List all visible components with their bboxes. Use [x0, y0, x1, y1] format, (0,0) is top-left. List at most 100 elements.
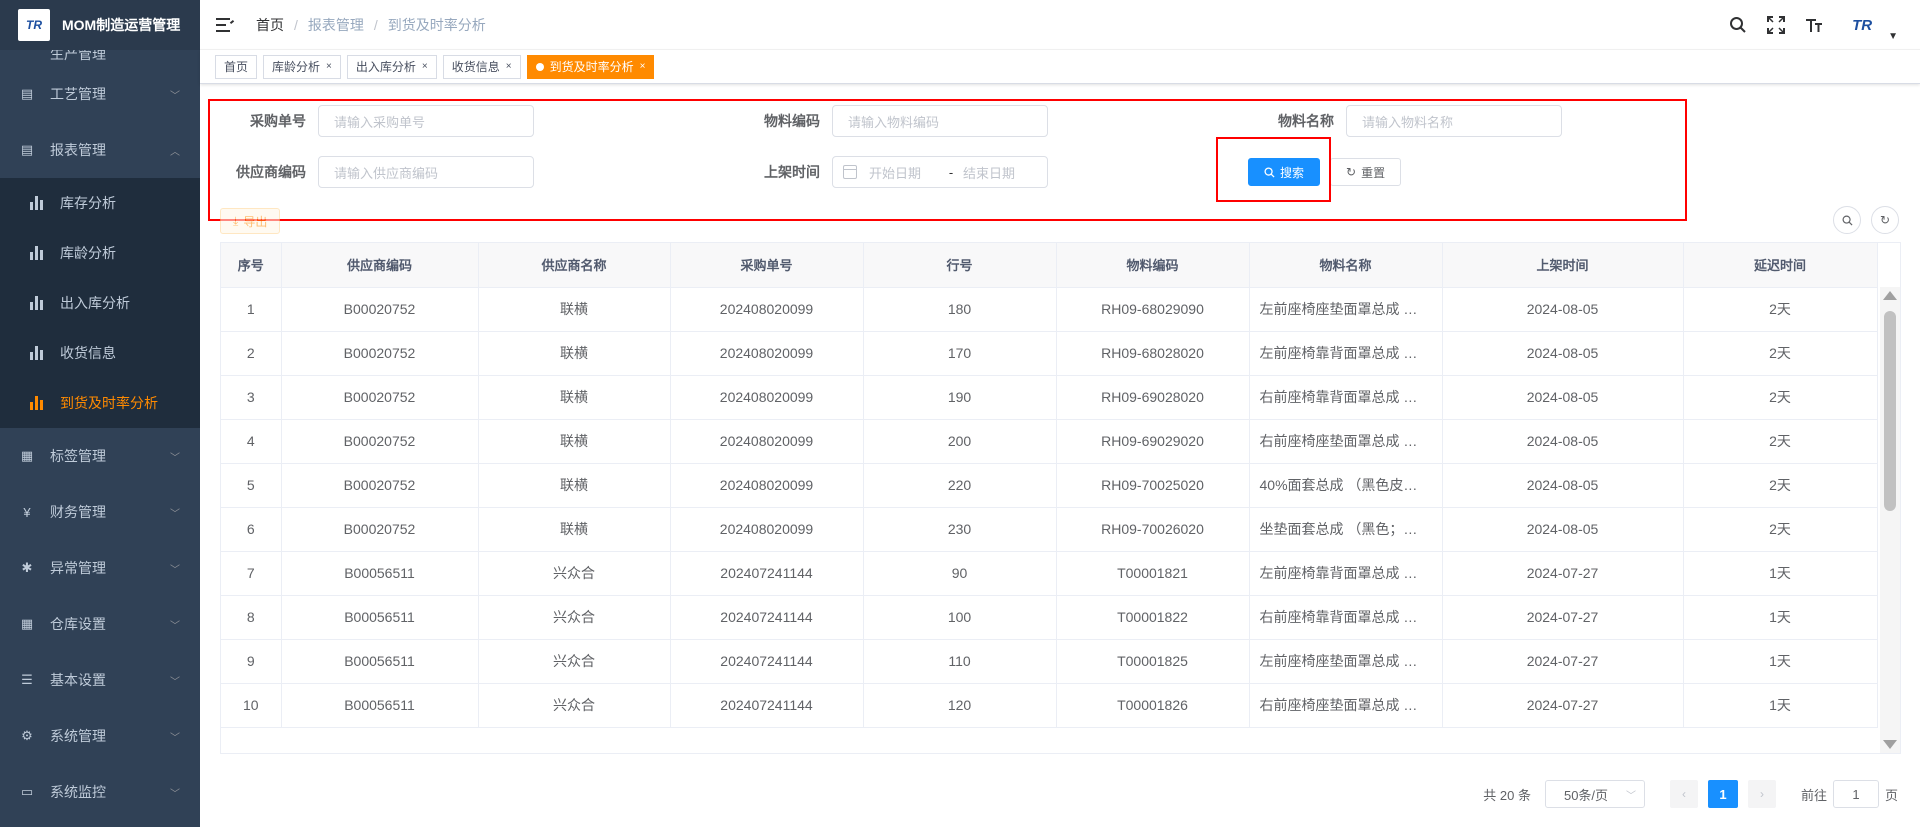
table-row[interactable]: 6 B00020752 联横 202408020099 230 RH09-70026020…: [221, 507, 1878, 552]
column-header[interactable]: 序号: [221, 243, 282, 288]
table-body: 1 B00020752 联横 202408020099 180 RH09-68029090…: [221, 287, 1878, 728]
column-header[interactable]: 延迟时间: [1683, 243, 1878, 288]
table-cell: 6: [221, 507, 282, 552]
sidebar-item-finance[interactable]: ¥ 财务管理 ﹀: [0, 484, 200, 540]
column-header[interactable]: 行号: [863, 243, 1057, 288]
sidebar-item-warehouse[interactable]: ▦ 仓库设置 ﹀: [0, 596, 200, 652]
bar-chart-icon: [30, 196, 44, 210]
table-cell: RH09-68028020: [1056, 331, 1250, 376]
table-cell: 202407241144: [670, 551, 864, 596]
sidebar-item-partial[interactable]: 生产管理: [0, 50, 200, 66]
avatar[interactable]: TR: [1842, 10, 1882, 40]
table-row[interactable]: 2 B00020752 联横 202408020099 170 RH09-68028020…: [221, 331, 1878, 376]
sidebar-item-basic-settings[interactable]: ☰ 基本设置 ﹀: [0, 652, 200, 708]
table-cell: 1天: [1683, 639, 1878, 684]
close-icon[interactable]: ×: [640, 61, 646, 72]
tag-age-analysis[interactable]: 库龄分析 ×: [263, 54, 341, 79]
table-row[interactable]: 4 B00020752 联横 202408020099 200 RH09-69029020…: [221, 419, 1878, 464]
table-row[interactable]: 5 B00020752 联横 202408020099 220 RH09-70025020…: [221, 463, 1878, 508]
next-page-button[interactable]: ›: [1747, 780, 1776, 808]
page-number-current[interactable]: 1: [1707, 780, 1738, 808]
table-cell: 兴众合: [478, 639, 671, 684]
table-cell: 220: [863, 463, 1057, 508]
caret-down-icon[interactable]: ▼: [1888, 31, 1898, 42]
tag-receipt-info[interactable]: 收货信息 ×: [442, 54, 521, 79]
sidebar-item-delivery-rate[interactable]: 到货及时率分析: [0, 378, 200, 428]
page-size-select[interactable]: 50条/页 ﹀: [1544, 780, 1645, 808]
column-header[interactable]: 采购单号: [670, 243, 864, 288]
column-header[interactable]: 物料编码: [1056, 243, 1250, 288]
table-cell: RH09-69029020: [1056, 419, 1250, 464]
fullscreen-icon[interactable]: [1766, 15, 1786, 35]
toggle-search-button[interactable]: [1833, 206, 1861, 234]
download-icon: ⤓: [233, 213, 239, 228]
breadcrumb-home[interactable]: 首页: [256, 15, 284, 35]
table-cell: 右前座椅靠背面罩总成 …: [1249, 375, 1443, 420]
table-cell: B00056511: [281, 551, 479, 596]
table-row[interactable]: 1 B00020752 联横 202408020099 180 RH09-68029090…: [221, 287, 1878, 332]
goto-page-input[interactable]: 1: [1832, 780, 1879, 808]
sidebar-item-label-mgmt[interactable]: ▦ 标签管理 ﹀: [0, 428, 200, 484]
sidebar-item-inout-analysis[interactable]: 出入库分析: [0, 278, 200, 328]
table-cell: 1天: [1683, 683, 1878, 728]
export-button[interactable]: ⤓ 导出: [220, 208, 281, 234]
prev-page-button[interactable]: ‹: [1669, 780, 1698, 808]
chevron-down-icon: ﹀: [170, 788, 180, 800]
table-cell: 联横: [478, 331, 671, 376]
table-cell: 100: [863, 595, 1057, 640]
table-cell: 190: [863, 375, 1057, 420]
column-header[interactable]: 物料名称: [1249, 243, 1443, 288]
close-icon[interactable]: ×: [326, 61, 332, 72]
bar-chart-icon: [30, 246, 44, 260]
sidebar-item-system-mgmt[interactable]: ⚙ 系统管理 ﹀: [0, 708, 200, 764]
hamburger-icon[interactable]: [216, 17, 235, 32]
table-cell: B00020752: [281, 287, 479, 332]
table-cell: 右前座椅靠背面罩总成 …: [1249, 595, 1443, 640]
sidebar-item-report[interactable]: ▤ 报表管理 ︿: [0, 122, 200, 178]
scroll-down-arrow-icon[interactable]: [1883, 740, 1897, 749]
tag-delivery-rate[interactable]: 到货及时率分析 ×: [526, 54, 655, 79]
table-row[interactable]: 9 B00056511 兴众合 202407241144 110 T00001825 左前座…: [221, 639, 1878, 684]
tag-home[interactable]: 首页: [215, 54, 258, 79]
sidebar-item-system-monitor[interactable]: ▭ 系统监控 ﹀: [0, 764, 200, 820]
vertical-scrollbar[interactable]: [1880, 287, 1900, 753]
column-header[interactable]: 供应商名称: [478, 243, 671, 288]
scroll-thumb[interactable]: [1884, 311, 1896, 511]
table-cell: B00056511: [281, 683, 479, 728]
table-row[interactable]: 7 B00056511 兴众合 202407241144 90 T00001821 左前座椅…: [221, 551, 1878, 596]
chevron-down-icon: ﹀: [170, 564, 180, 576]
search-icon[interactable]: [1728, 15, 1748, 35]
breadcrumb-current: 到货及时率分析: [387, 16, 486, 33]
sidebar-item-receipt-info[interactable]: 收货信息: [0, 328, 200, 378]
table-cell: 2: [221, 331, 282, 376]
column-header[interactable]: 上架时间: [1442, 243, 1684, 288]
page-suffix-label: 页: [1884, 787, 1898, 803]
column-header[interactable]: 供应商编码: [281, 243, 479, 288]
table-cell: 右前座椅座垫面罩总成 …: [1249, 419, 1443, 464]
table-cell: 2天: [1683, 287, 1878, 332]
table-row[interactable]: 8 B00056511 兴众合 202407241144 100 T00001822 右前座…: [221, 595, 1878, 640]
refresh-button[interactable]: ↻: [1871, 206, 1899, 234]
app-logo[interactable]: TR MOM制造运营管理: [0, 0, 200, 50]
tag-inout-analysis[interactable]: 出入库分析 ×: [346, 54, 437, 79]
table-cell: B00056511: [281, 595, 479, 640]
table-cell: RH09-68029090: [1056, 287, 1250, 332]
sidebar-item-craft[interactable]: ▤ 工艺管理 ﹀: [0, 66, 200, 122]
sidebar-item-age-analysis[interactable]: 库龄分析: [0, 228, 200, 278]
close-icon[interactable]: ×: [422, 61, 428, 72]
table-cell: 2024-07-27: [1442, 595, 1684, 640]
table-cell: 3: [221, 375, 282, 420]
table-cell: 2天: [1683, 375, 1878, 420]
table-row[interactable]: 10 B00056511 兴众合 202407241144 120 T00001826 右前…: [221, 683, 1878, 728]
table-row[interactable]: 3 B00020752 联横 202408020099 190 RH09-69028020…: [221, 375, 1878, 420]
font-size-icon[interactable]: [1804, 15, 1824, 35]
close-icon[interactable]: ×: [506, 61, 512, 72]
table-cell: 兴众合: [478, 551, 671, 596]
table-cell: 2024-08-05: [1442, 375, 1684, 420]
table-cell: 1: [221, 287, 282, 332]
table-cell: 2024-07-27: [1442, 683, 1684, 728]
sidebar-item-stock-analysis[interactable]: 库存分析: [0, 178, 200, 228]
sidebar-item-exception[interactable]: ✱ 异常管理 ﹀: [0, 540, 200, 596]
scroll-up-arrow-icon[interactable]: [1883, 291, 1897, 300]
logo-icon: TR: [18, 9, 50, 41]
